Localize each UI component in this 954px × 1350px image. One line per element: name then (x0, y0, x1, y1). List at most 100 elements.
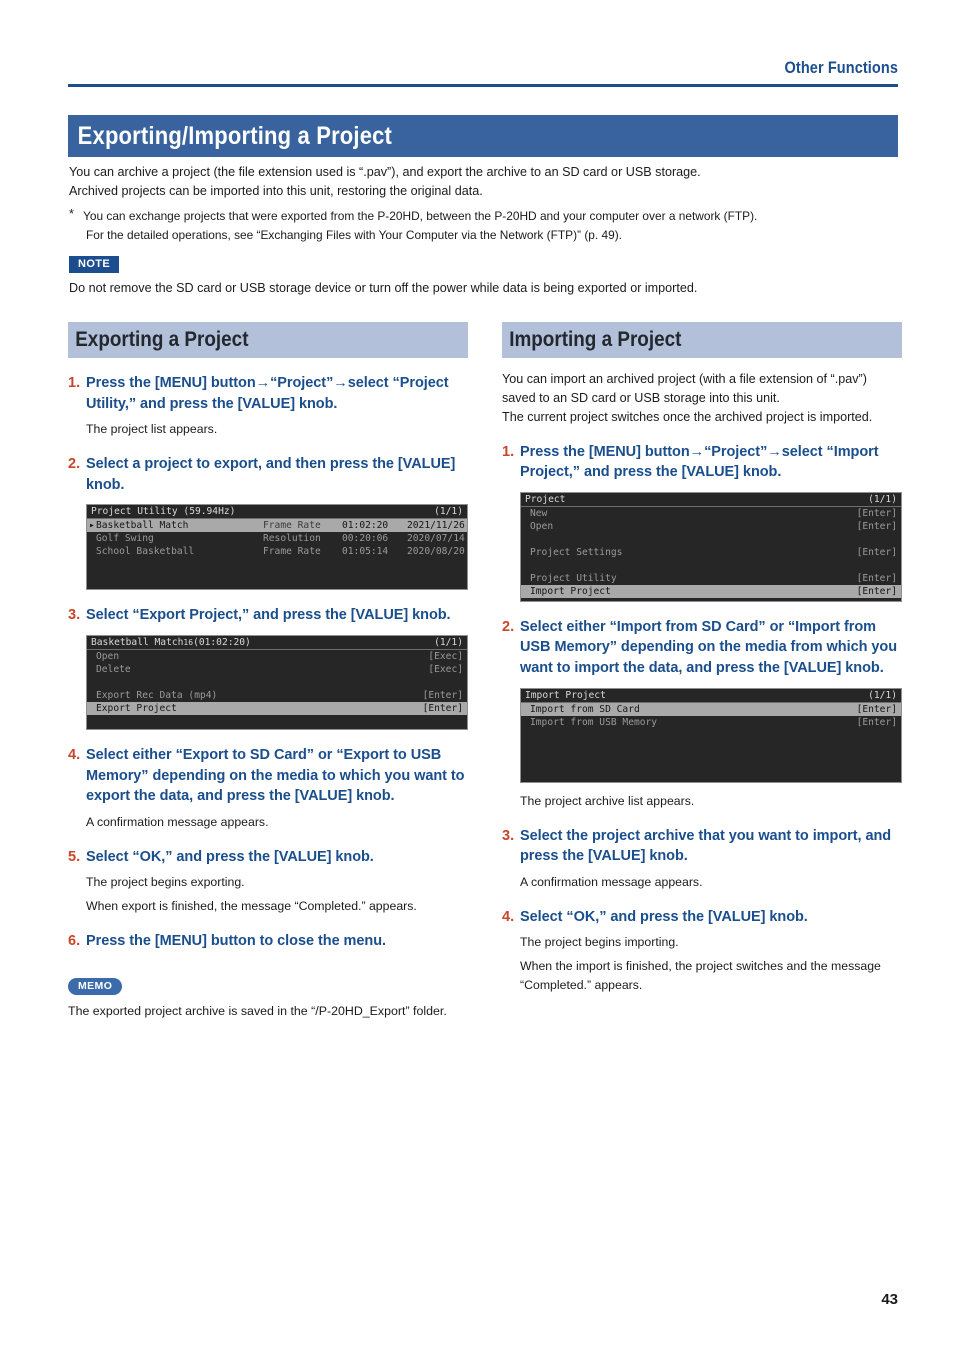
step-item: 6. Press the [MENU] button to close the … (68, 931, 468, 952)
header-rule (68, 83, 898, 87)
lcd-spacer (521, 533, 901, 546)
step-subtext: A confirmation message appears. (520, 874, 703, 889)
step-title: Select “OK,” and press the [VALUE] knob. (86, 848, 374, 865)
step-number: 5. (68, 848, 81, 865)
document-page: Other Functions Exporting/Importing a Pr… (0, 0, 954, 1350)
lcd-row[interactable]: Open [Exec] (87, 650, 467, 663)
step-subtext: When the import is finished, the project… (520, 959, 881, 993)
lcd-import-project: Import Project (1/1) Import from SD Card… (520, 687, 902, 783)
footnote-line-2: For the detailed operations, see “Exchan… (86, 227, 622, 242)
lcd-selection-caret-icon: ▸ (89, 520, 95, 532)
lcd-row-value: [Enter] (422, 702, 463, 714)
step-number: 6. (68, 933, 81, 950)
step-number: 1. (502, 443, 515, 460)
lcd-page-indicator: (1/1) (868, 689, 897, 701)
note-text: Do not remove the SD card or USB storage… (69, 281, 698, 296)
step-title: Press the [MENU] button to close the men… (86, 933, 387, 950)
step-item: 1. Press the [MENU] button→“Project”→sel… (68, 373, 468, 439)
lcd-row-value: [Enter] (856, 716, 897, 728)
intro-line-1: You can archive a project (the file exte… (69, 165, 701, 179)
lcd-title-text: Import Project (525, 689, 606, 701)
lcd-title-bar: Import Project (1/1) (521, 689, 901, 703)
lcd-row[interactable]: Import Project [Enter] (521, 584, 901, 598)
exporting-section-title: Exporting a Project (75, 328, 249, 351)
lcd-row-label: New (530, 507, 548, 519)
lcd-row-label: Open (96, 650, 120, 662)
step-subtext: The project begins importing. (520, 935, 679, 950)
step-subtext: The project list appears. (86, 422, 218, 437)
step-subtext: The project archive list appears. (520, 793, 695, 808)
step-title: Press the [MENU] button→“Project”→select… (86, 375, 449, 412)
lcd-row[interactable]: Export Rec Data (mp4) [Enter] (87, 689, 467, 702)
lcd-row[interactable]: Import from USB Memory [Enter] (521, 716, 901, 729)
lcd-project-utility: Project Utility (59.94Hz) (1/1) ▸ Basket… (86, 504, 468, 591)
lcd-title-bar: Project Utility (59.94Hz) (1/1) (87, 505, 467, 520)
importing-section-header: Importing a Project (502, 322, 902, 358)
lcd-row-value: [Enter] (856, 520, 897, 532)
lcd-row-datetime: 2020/08/20 16:20 (407, 546, 467, 558)
lcd-page-indicator: (1/1) (868, 493, 897, 505)
step-number: 4. (502, 908, 515, 925)
lcd-row-duration: 01:02:20 (342, 520, 389, 532)
lcd-row[interactable]: School Basketball Frame Rate 01:05:14 20… (87, 545, 467, 558)
lcd-row-label: Import from USB Memory (530, 716, 658, 728)
lcd-row-datetime: 2020/07/14 11:48 (407, 533, 467, 545)
lcd-row[interactable]: Project Utility [Enter] (521, 572, 901, 585)
lcd-title-text: Basketball Match (91, 636, 184, 648)
running-header: Other Functions (68, 60, 898, 87)
lcd-row-label: Export Rec Data (mp4) (96, 689, 218, 701)
lcd-row[interactable]: Import from SD Card [Enter] (521, 702, 901, 716)
lcd-row-value: [Exec] (428, 650, 463, 662)
step-number: 3. (502, 827, 515, 844)
lcd-row-value: [Exec] (428, 663, 463, 675)
lcd-row-field: Frame Rate (263, 546, 321, 558)
lcd-row-duration: 01:05:14 (342, 546, 389, 558)
step-title: Select either “Import from SD Card” or “… (520, 618, 898, 676)
lcd-row[interactable]: Delete [Exec] (87, 663, 467, 676)
step-item: 2. Select either “Import from SD Card” o… (502, 617, 902, 811)
intro-footnote: * You can exchange projects that were ex… (69, 207, 898, 245)
footnote-marker: * (69, 206, 74, 221)
lcd-row[interactable]: Open [Enter] (521, 520, 901, 533)
intro-block: You can archive a project (the file exte… (69, 163, 898, 298)
lcd-row-field: Resolution (263, 533, 321, 545)
step-item: 5. Select “OK,” and press the [VALUE] kn… (68, 847, 468, 917)
lcd-spacer (521, 559, 901, 572)
memo-block: MEMO The exported project archive is sav… (68, 976, 468, 1021)
lcd-row[interactable]: Export Project [Enter] (87, 701, 467, 715)
lcd-row-label: Project Settings (530, 546, 623, 558)
importing-intro-line-3: The current project switches once the ar… (502, 409, 873, 424)
importing-intro: You can import an archived project (with… (502, 370, 902, 427)
intro-line-2: Archived projects can be imported into t… (69, 183, 483, 198)
lcd-row[interactable]: ▸ Basketball Match Frame Rate 01:02:20 2… (87, 519, 467, 533)
step-item: 3. Select the project archive that you w… (502, 826, 902, 892)
lcd-row-value: [Enter] (422, 689, 463, 701)
step-number: 1. (68, 375, 81, 391)
step-subtext: The project begins exporting. (86, 875, 245, 890)
lcd-row-name: School Basketball (96, 546, 195, 558)
step-subtext: A confirmation message appears. (86, 814, 269, 829)
step-title: Select “OK,” and press the [VALUE] knob. (520, 908, 808, 925)
footnote-line-1: You can exchange projects that were expo… (83, 208, 758, 223)
lcd-title-duration: (01:02:20) (193, 636, 251, 648)
step-title: Select the project archive that you want… (520, 827, 892, 865)
lcd-row[interactable]: Golf Swing Resolution 00:20:06 2020/07/1… (87, 532, 467, 545)
importing-section-title: Importing a Project (509, 328, 682, 351)
exporting-section-header: Exporting a Project (68, 322, 468, 358)
step-number: 3. (68, 607, 81, 624)
lcd-row[interactable]: New [Enter] (521, 507, 901, 520)
section-banner: Exporting/Importing a Project (68, 115, 898, 157)
lcd-basketball-match: Basketball Match16(01:02:20) (1/1) Open … (86, 634, 468, 730)
note-badge: NOTE (69, 256, 120, 274)
step-number: 4. (68, 746, 81, 763)
lcd-row-field: Frame Rate (263, 520, 321, 532)
step-number: 2. (502, 618, 515, 635)
lcd-row-duration: 00:20:06 (342, 533, 389, 545)
step-number: 2. (68, 456, 81, 473)
importing-column: Importing a Project You can import an ar… (502, 322, 902, 996)
exporting-column: Exporting a Project 1. Press the [MENU] … (68, 322, 468, 1021)
page-number: 43 (881, 1291, 898, 1308)
step-item: 1. Press the [MENU] button→“Project”→sel… (502, 442, 902, 602)
lcd-title-text: Project Utility (59.94Hz) (91, 506, 236, 518)
lcd-row[interactable]: Project Settings [Enter] (521, 546, 901, 559)
